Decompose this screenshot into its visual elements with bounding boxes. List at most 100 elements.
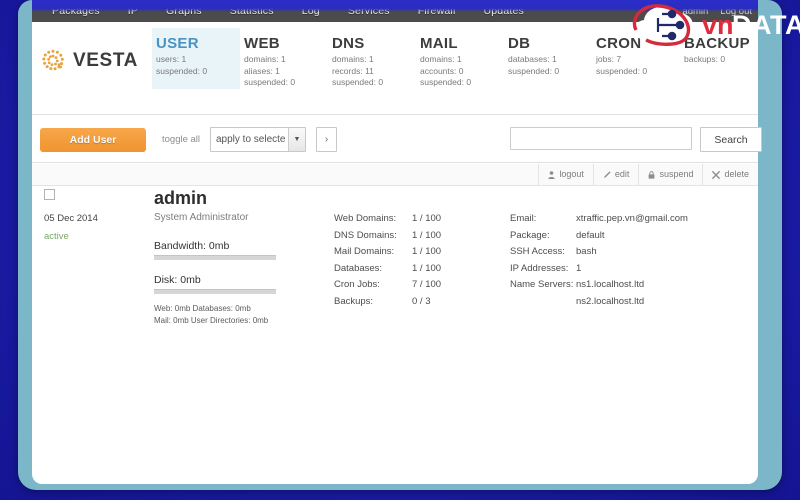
search-button[interactable]: Search — [700, 127, 762, 152]
search-input[interactable] — [510, 127, 692, 150]
stat-line: suspended: 0 — [596, 65, 648, 76]
quota-value: 1 / 100 — [412, 262, 442, 274]
stat-line: domains: 1 — [332, 54, 374, 64]
lock-icon — [649, 170, 655, 179]
quota-key: Mail Domains: — [334, 246, 395, 257]
action-label: logout — [559, 169, 584, 179]
status-badge: active — [44, 231, 69, 242]
action-edit[interactable]: edit — [592, 164, 639, 185]
stat-line: suspended: 0 — [156, 65, 208, 76]
stat-panel-dns[interactable]: DNS domains: 1 records: 11 suspended: 0 — [328, 28, 416, 89]
quota-row: DNS Domains: 1 / 100 — [334, 228, 466, 245]
nav-item-services[interactable]: Services — [334, 0, 404, 22]
nav-item-packages[interactable]: Packages — [38, 0, 114, 22]
nav-item-statistics[interactable]: Statistics — [216, 0, 288, 22]
nav-item-log[interactable]: Log — [288, 0, 334, 22]
bandwidth-meter — [154, 255, 276, 260]
stat-title: BACKUP — [684, 35, 750, 52]
detail-row: IP Addresses: 1 — [510, 261, 688, 278]
bandwidth-label: Bandwidth: 0mb — [154, 240, 230, 252]
stat-panel-mail[interactable]: MAIL domains: 1 accounts: 0 suspended: 0 — [416, 28, 504, 89]
user-role: System Administrator — [154, 212, 249, 223]
nav-item-ip[interactable]: IP — [114, 0, 152, 22]
vesta-ring-icon — [42, 49, 64, 71]
stat-line: domains: 1 — [244, 54, 286, 64]
record-actions: logout edit suspend delete — [32, 164, 758, 186]
apply-button[interactable]: › — [316, 127, 337, 152]
record-identity-column: admin System Administrator Bandwidth: 0m… — [154, 186, 334, 326]
quota-value: 1 / 100 — [412, 213, 442, 224]
stat-panel-web[interactable]: WEB domains: 1 aliases: 1 suspended: 0 — [240, 28, 328, 89]
quota-row: Cron Jobs: 7 / 100 — [334, 277, 466, 294]
record-details-column: Email: xtraffic.pep.vn@gmail.com Package… — [510, 211, 688, 310]
add-user-button[interactable]: Add User — [40, 128, 146, 152]
nav-item-updates[interactable]: Updates — [469, 0, 538, 22]
stat-line: records: 11 — [332, 65, 374, 76]
detail-value: ns2.localhost.ltd — [576, 295, 645, 307]
action-suspend[interactable]: suspend — [638, 164, 702, 185]
stat-panel-db[interactable]: DB databases: 1 suspended: 0 — [504, 28, 592, 89]
disk-meter — [154, 289, 276, 294]
stat-line: suspended: 0 — [508, 65, 560, 76]
brand-logo[interactable]: VESTA — [40, 48, 138, 74]
action-delete[interactable]: delete — [702, 164, 758, 185]
stat-title: CRON — [596, 35, 642, 52]
list-toolbar: Add User toggle all apply to selected ▼ … — [32, 116, 762, 163]
detail-row: ns2.localhost.ltd — [510, 294, 688, 311]
stat-line: suspended: 0 — [332, 77, 384, 87]
detail-value: xtraffic.pep.vn@gmail.com — [576, 213, 688, 224]
stat-panel-cron[interactable]: CRON jobs: 7 suspended: 0 — [592, 28, 680, 89]
record-meta-column: 05 Dec 2014 active — [44, 189, 144, 248]
action-label: edit — [614, 169, 630, 179]
stat-panel-backup[interactable]: BACKUP backups: 0 — [680, 28, 768, 89]
detail-row: Name Servers: ns1.localhost.ltd — [510, 277, 688, 294]
stat-title: USER — [156, 35, 199, 52]
disk-label: Disk: 0mb — [154, 274, 201, 286]
bulk-action-select[interactable]: apply to selected — [210, 127, 306, 152]
stat-line: jobs: 7 — [596, 54, 622, 64]
stat-line: domains: 1 — [420, 54, 462, 64]
detail-value: 1 — [576, 262, 582, 274]
toggle-all-label[interactable]: toggle all — [162, 134, 200, 145]
stat-panel-user[interactable]: USER users: 1 suspended: 0 — [152, 28, 240, 89]
quota-value: 0 / 3 — [412, 295, 431, 307]
nav-logout-link[interactable]: Log out — [714, 6, 758, 17]
detail-key: SSH Access: — [510, 246, 565, 257]
action-label: delete — [724, 169, 749, 179]
stat-line: accounts: 0 — [420, 65, 464, 76]
detail-value: default — [576, 229, 605, 241]
quota-key: DNS Domains: — [334, 229, 397, 241]
quota-value: 1 / 100 — [412, 246, 442, 257]
stat-line: suspended: 0 — [244, 77, 296, 87]
detail-row: Email: xtraffic.pep.vn@gmail.com — [510, 211, 688, 228]
quota-row: Web Domains: 1 / 100 — [334, 211, 466, 228]
pencil-icon — [604, 170, 611, 178]
bulk-action-select-wrap: apply to selected ▼ — [210, 127, 306, 152]
page-title: admin — [154, 188, 208, 208]
detail-key: Package: — [510, 229, 550, 241]
brand-name: VESTA — [73, 50, 138, 71]
user-icon — [548, 170, 556, 179]
detail-value: bash — [576, 246, 597, 257]
usage-breakdown-line-2: Mail: 0mb User Directories: 0mb — [154, 316, 269, 325]
quota-key: Cron Jobs: — [334, 279, 380, 290]
quota-row: Mail Domains: 1 / 100 — [334, 244, 466, 261]
detail-key — [510, 294, 576, 311]
nav-item-firewall[interactable]: Firewall — [404, 0, 470, 22]
stat-line: suspended: 0 — [420, 77, 472, 87]
close-icon — [712, 170, 721, 179]
quota-row: Backups: 0 / 3 — [334, 294, 466, 311]
usage-breakdown-line-1: Web: 0mb Databases: 0mb — [154, 304, 251, 313]
nav-item-graphs[interactable]: Graphs — [152, 0, 216, 22]
action-label: suspend — [659, 169, 694, 179]
record-date: 05 Dec 2014 — [44, 213, 98, 224]
stat-line: users: 1 — [156, 54, 187, 64]
row-select-checkbox[interactable] — [44, 189, 55, 200]
stat-title: DB — [508, 35, 531, 52]
quota-value: 1 / 100 — [412, 229, 442, 241]
detail-key: Name Servers: — [510, 279, 574, 290]
stat-line: aliases: 1 — [244, 65, 280, 76]
action-logout[interactable]: logout — [538, 164, 593, 185]
screenshot-root: Packages IP Graphs Statistics Log Servic… — [0, 0, 800, 500]
detail-value: ns1.localhost.ltd — [576, 279, 645, 290]
